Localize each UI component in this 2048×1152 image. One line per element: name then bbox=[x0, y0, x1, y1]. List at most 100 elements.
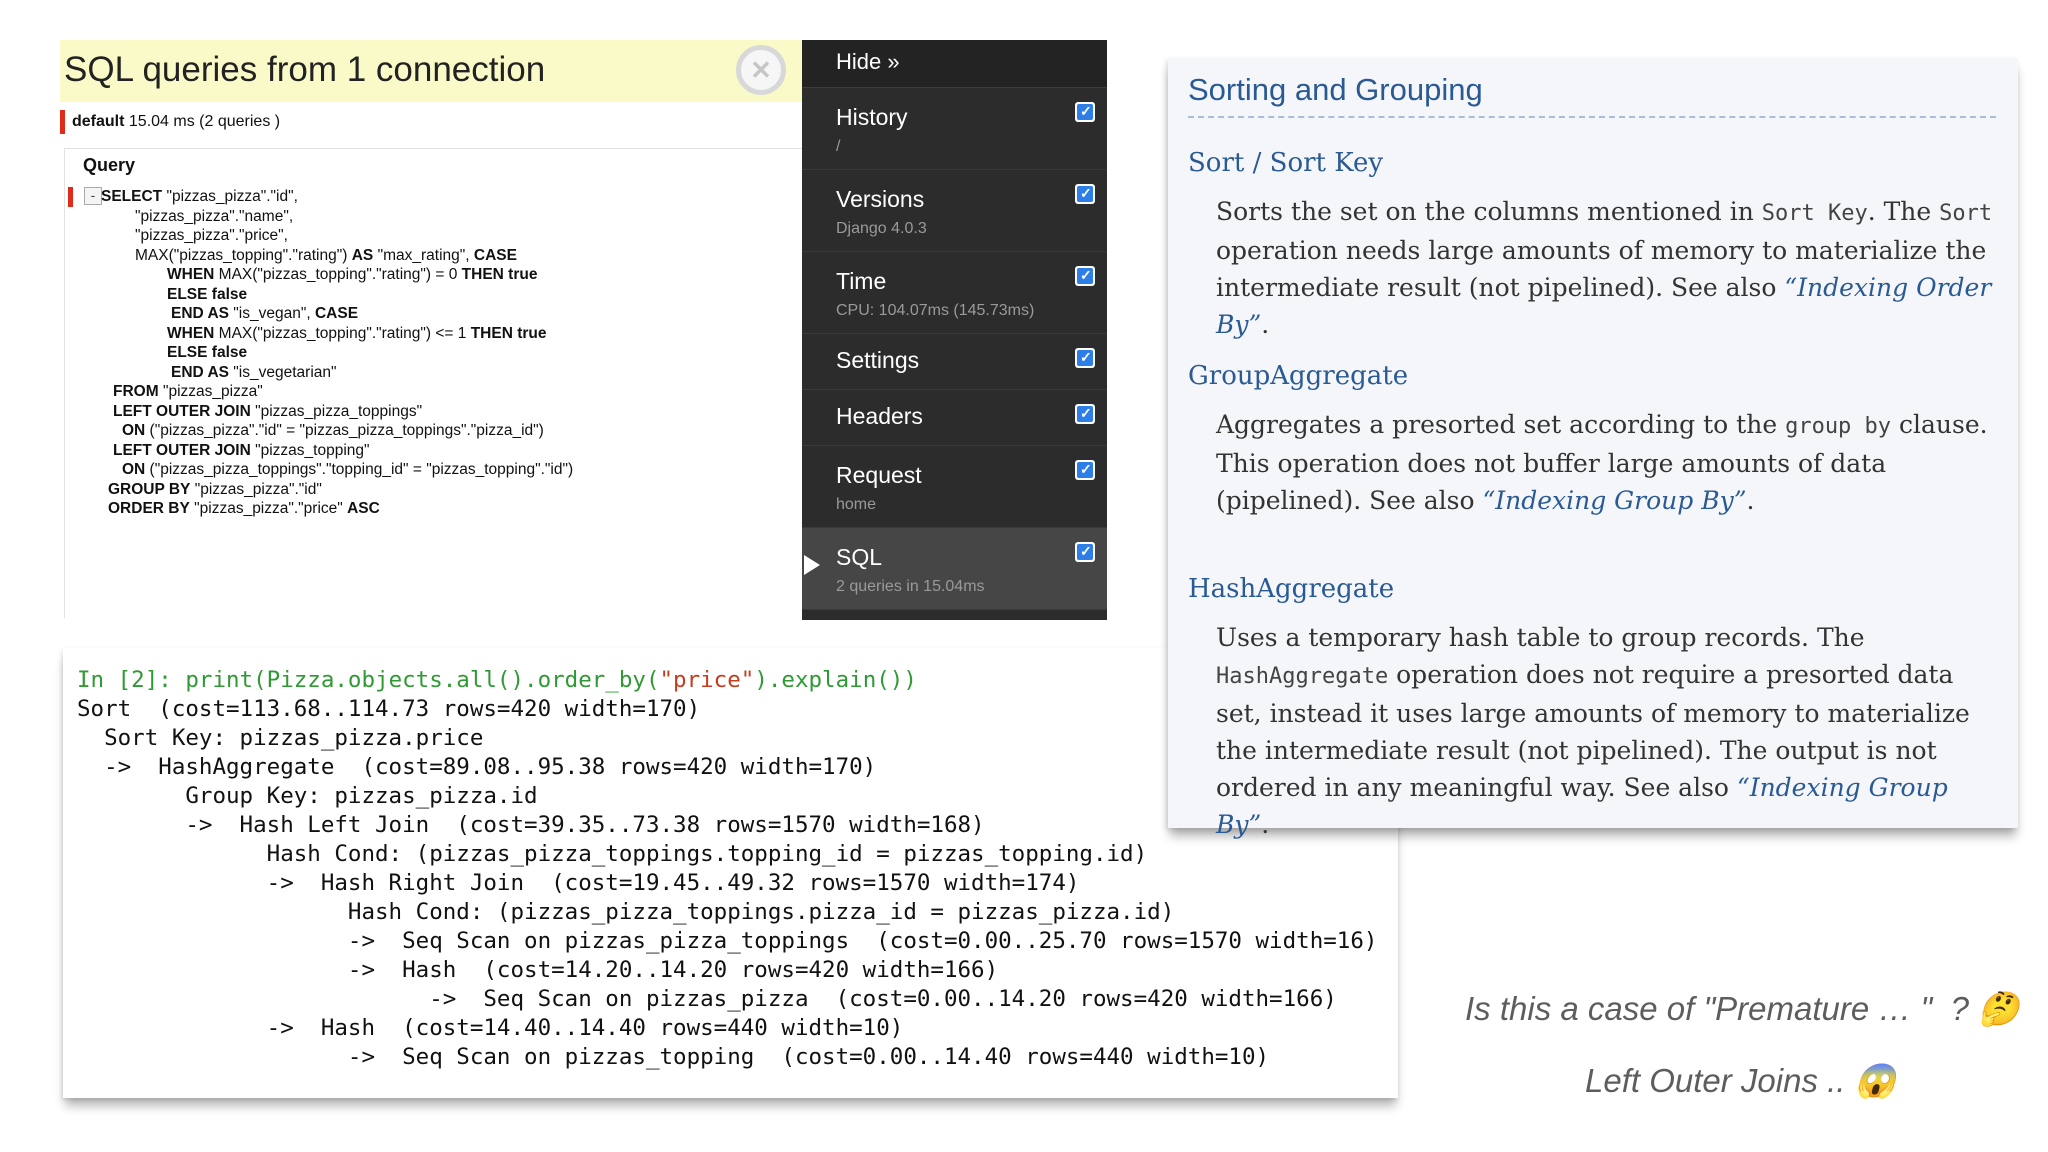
close-icon[interactable]: ✕ bbox=[736, 45, 786, 95]
sql-text: ("pizzas_pizza_toppings"."topping_id" = … bbox=[145, 461, 574, 478]
sql-text: ("pizzas_pizza"."id" = "pizzas_pizza_top… bbox=[145, 422, 544, 439]
docs-panel: Sorting and Grouping Sort / Sort Key Sort… bbox=[1168, 58, 2018, 839]
sql-keyword: LEFT OUTER JOIN bbox=[113, 441, 251, 459]
checkmark-icon: ✓ bbox=[1080, 405, 1092, 421]
sql-keyword: CASE bbox=[473, 246, 517, 264]
command-string: "price" bbox=[659, 667, 755, 693]
sql-keyword: ELSE false bbox=[167, 344, 248, 361]
plan-line: Hash Cond: (pizzas_pizza_toppings.pizza_… bbox=[77, 899, 1175, 925]
plan-line: -> HashAggregate (cost=89.08..95.38 rows… bbox=[77, 754, 877, 780]
docs-title: Sorting and Grouping bbox=[1188, 72, 1483, 107]
sql-line: ORDER BY "pizzas_pizza"."price" ASC bbox=[108, 499, 380, 519]
sql-text: "max_rating", bbox=[373, 246, 474, 264]
docs-text: . bbox=[1261, 810, 1270, 839]
sql-text: "pizzas_pizza"."price", bbox=[135, 227, 288, 244]
panel-enabled-checkbox[interactable]: ✓ bbox=[1075, 184, 1095, 204]
inline-code: HashAggregate bbox=[1216, 664, 1389, 689]
query-color-marker bbox=[68, 187, 73, 207]
toolbar-panel-title: History bbox=[836, 104, 908, 130]
sql-text: "is_vegan", bbox=[229, 305, 315, 322]
sql-text: "pizzas_pizza_toppings" bbox=[250, 402, 423, 420]
toolbar-panel-subtitle: 2 queries in 15.04ms bbox=[836, 578, 985, 595]
checkmark-icon: ✓ bbox=[1080, 103, 1092, 119]
collapse-toggle-icon[interactable]: - bbox=[84, 187, 102, 205]
docs-section-heading: Sort / Sort Key bbox=[1188, 148, 1384, 178]
plan-line: -> Seq Scan on pizzas_pizza (cost=0.00..… bbox=[77, 986, 1337, 1012]
active-panel-arrow-icon bbox=[804, 555, 820, 575]
sql-line: GROUP BY "pizzas_pizza"."id" bbox=[108, 480, 322, 500]
plan-line: -> Seq Scan on pizzas_pizza_toppings (co… bbox=[77, 928, 1378, 954]
docs-text: Uses a temporary hash table to group rec… bbox=[1216, 623, 1865, 652]
input-prompt: In [2]: bbox=[77, 667, 186, 693]
sql-line: SELECT "pizzas_pizza"."id", bbox=[101, 187, 298, 207]
panel-enabled-checkbox[interactable]: ✓ bbox=[1075, 102, 1095, 122]
toolbar-panel-title: Headers bbox=[836, 403, 923, 429]
sql-line: ON ("pizzas_pizza"."id" = "pizzas_pizza_… bbox=[122, 421, 544, 441]
toolbar-panel-title: SQL bbox=[836, 544, 883, 570]
sql-keyword: CASE bbox=[314, 305, 359, 322]
toolbar-panel-history[interactable]: History / ✓ bbox=[802, 88, 1107, 170]
sql-line: MAX("pizzas_topping"."rating") AS "max_r… bbox=[135, 246, 517, 266]
sql-keyword: LEFT OUTER JOIN bbox=[113, 402, 251, 420]
plan-line: -> Seq Scan on pizzas_topping (cost=0.00… bbox=[77, 1044, 1270, 1070]
docs-text: Aggregates a presorted set according to … bbox=[1216, 410, 1786, 439]
debug-toolbar: Hide » History / ✓ Versions Django 4.0.3 ✓ Tim… bbox=[802, 40, 1107, 620]
sql-keyword: THEN true bbox=[470, 324, 547, 342]
sql-keyword: ORDER BY bbox=[108, 500, 190, 517]
docs-text: . bbox=[1746, 486, 1755, 515]
sql-keyword: GROUP BY bbox=[108, 480, 191, 498]
sql-keyword: END AS bbox=[171, 305, 229, 322]
sql-line: END AS "is_vegan", CASE bbox=[171, 304, 358, 324]
panel-enabled-checkbox[interactable]: ✓ bbox=[1075, 460, 1095, 480]
toolbar-panel-headers[interactable]: Headers ✓ bbox=[802, 390, 1107, 446]
sql-keyword: WHEN bbox=[167, 266, 215, 283]
sql-line: FROM "pizzas_pizza" bbox=[113, 382, 263, 402]
toolbar-panel-subtitle: / bbox=[836, 138, 841, 155]
command-prefix: print(Pizza.objects.all().order_by( bbox=[185, 667, 660, 693]
connection-summary: default 15.04 ms (2 queries ) bbox=[60, 110, 280, 134]
toolbar-panel-request[interactable]: Request home ✓ bbox=[802, 446, 1107, 528]
sql-text: MAX("pizzas_topping"."rating") bbox=[135, 246, 352, 264]
sql-line: LEFT OUTER JOIN "pizzas_topping" bbox=[113, 441, 370, 461]
plan-line: Sort Key: pizzas_pizza.price bbox=[77, 725, 484, 751]
toolbar-panel-title: Request bbox=[836, 462, 922, 488]
plan-line: -> Hash Left Join (cost=39.35..73.38 row… bbox=[77, 812, 985, 838]
sql-line: ON ("pizzas_pizza_toppings"."topping_id"… bbox=[122, 460, 573, 480]
sql-keyword: FROM bbox=[113, 383, 159, 400]
panel-enabled-checkbox[interactable]: ✓ bbox=[1075, 542, 1095, 562]
plan-line: Sort (cost=113.68..114.73 rows=420 width… bbox=[77, 696, 701, 722]
toolbar-panel-title: Settings bbox=[836, 347, 920, 373]
toolbar-panel-sql[interactable]: SQL 2 queries in 15.04ms ✓ bbox=[802, 528, 1107, 610]
docs-text: . bbox=[1261, 310, 1270, 339]
sql-keyword: ELSE false bbox=[167, 285, 248, 303]
query-table: Query - SELECT "pizzas_pizza"."id", "pizz… bbox=[64, 148, 802, 618]
panel-enabled-checkbox[interactable]: ✓ bbox=[1075, 266, 1095, 286]
toolbar-panel-versions[interactable]: Versions Django 4.0.3 ✓ bbox=[802, 170, 1107, 252]
checkmark-icon: ✓ bbox=[1080, 267, 1092, 283]
toolbar-panel-time[interactable]: Time CPU: 104.07ms (145.73ms) ✓ bbox=[802, 252, 1107, 334]
sql-text: "is_vegetarian" bbox=[229, 363, 337, 381]
sql-keyword: ON bbox=[122, 422, 146, 439]
sql-text: MAX("pizzas_topping"."rating") = 0 bbox=[214, 266, 462, 283]
docs-section-body: Sorts the set on the columns mentioned i… bbox=[1216, 193, 1996, 343]
sql-keyword: THEN true bbox=[461, 266, 538, 283]
sql-line: ELSE false bbox=[167, 343, 247, 363]
sql-keyword: ASC bbox=[347, 500, 380, 517]
sql-text: "pizzas_pizza"."id", bbox=[162, 188, 298, 205]
query-column-header: Query bbox=[83, 155, 136, 175]
toolbar-panel-settings[interactable]: Settings ✓ bbox=[802, 334, 1107, 390]
checkmark-icon: ✓ bbox=[1080, 349, 1092, 365]
panel-enabled-checkbox[interactable]: ✓ bbox=[1075, 348, 1095, 368]
checkmark-icon: ✓ bbox=[1080, 185, 1092, 201]
caption-left-outer-joins: Left Outer Joins .. 😱 bbox=[1585, 1062, 1896, 1099]
docs-link[interactable]: “Indexing Group By” bbox=[1482, 486, 1746, 515]
hide-toolbar-button[interactable]: Hide » bbox=[802, 40, 1107, 88]
plan-line: Group Key: pizzas_pizza.id bbox=[77, 783, 538, 809]
panel-enabled-checkbox[interactable]: ✓ bbox=[1075, 404, 1095, 424]
input-line: In [2]: print(Pizza.objects.all().order_… bbox=[77, 666, 917, 695]
sql-queries-panel: SQL queries from 1 connection ✕ default … bbox=[60, 40, 802, 618]
docs-section-heading: GroupAggregate bbox=[1188, 361, 1409, 391]
sql-keyword: SELECT bbox=[101, 188, 163, 205]
command-suffix: ).explain()) bbox=[754, 667, 917, 693]
sql-line: WHEN MAX("pizzas_topping"."rating") = 0 … bbox=[167, 265, 537, 285]
